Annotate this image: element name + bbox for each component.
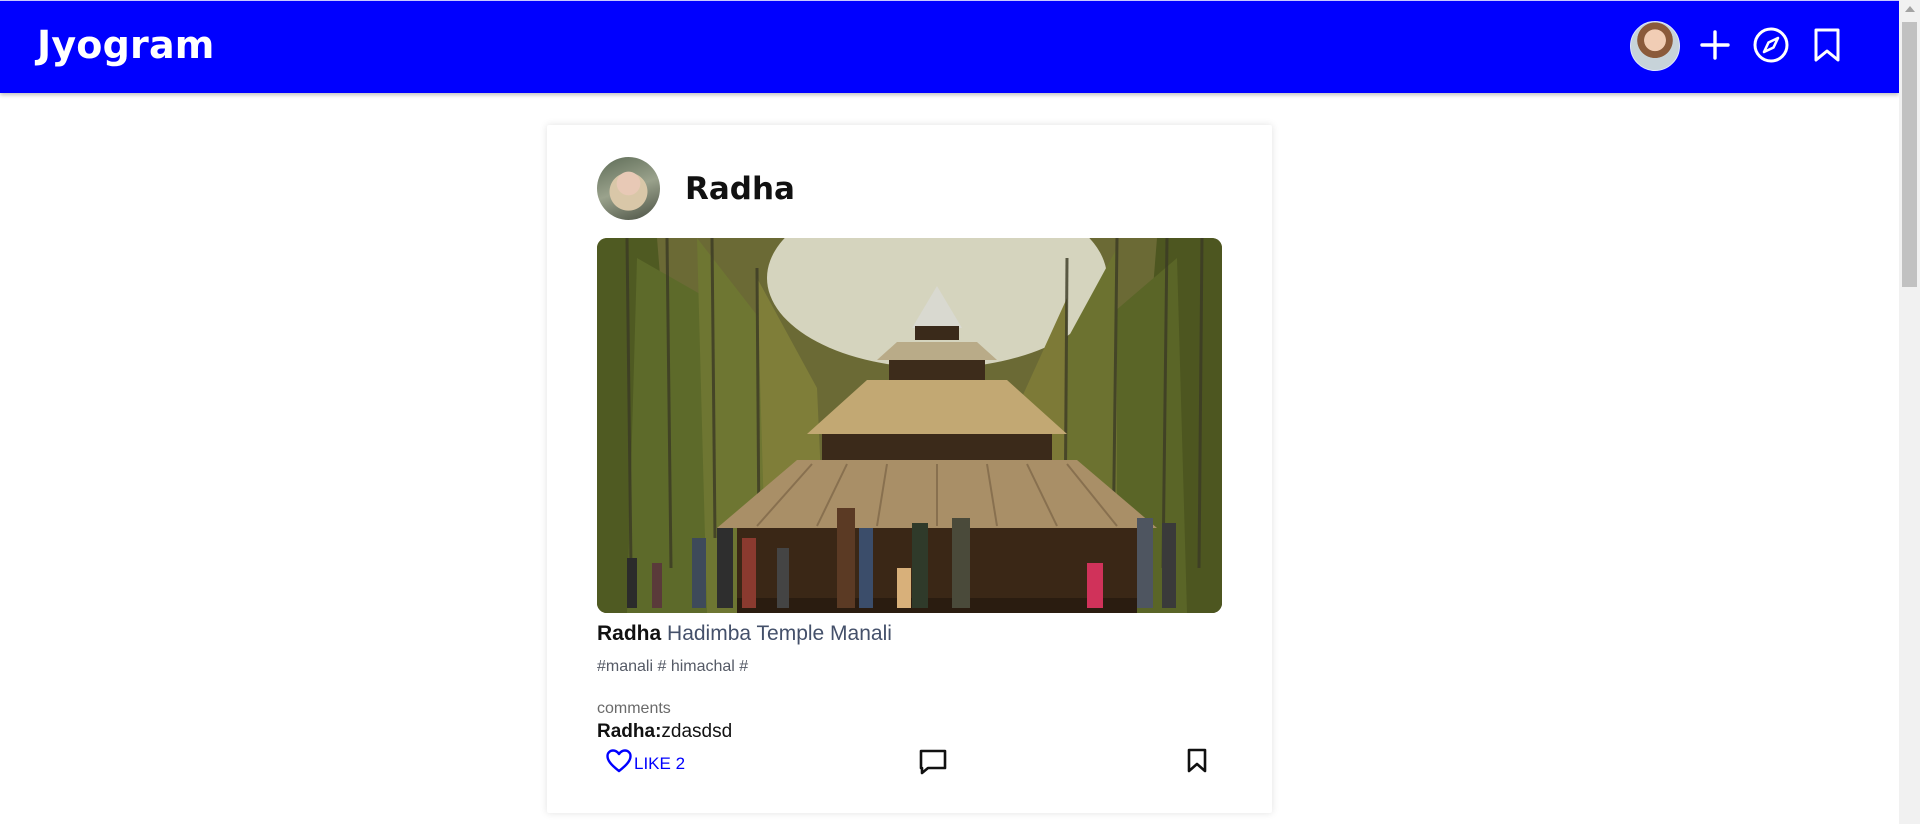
plus-icon[interactable]	[1693, 23, 1737, 67]
profile-avatar[interactable]	[1630, 21, 1680, 71]
post-author-name[interactable]: Radha	[685, 171, 795, 207]
like-count-label: LIKE 2	[634, 753, 686, 773]
comment-text: zdasdsd	[661, 721, 733, 742]
post-tags: #manali # himachal #	[597, 658, 749, 675]
brand-logo[interactable]: Jyogram	[37, 23, 215, 67]
scroll-thumb[interactable]	[1902, 22, 1917, 287]
post-image	[597, 238, 1222, 613]
comment-item: Radha:zdasdsd	[597, 721, 732, 743]
post-card: Radha Radha Hadimba Temple Manali #manal…	[547, 125, 1272, 813]
like-button[interactable]: LIKE 2	[606, 749, 685, 778]
comment-icon	[918, 749, 948, 780]
heart-icon	[606, 749, 632, 778]
comment-button[interactable]	[918, 748, 948, 781]
caption-username[interactable]: Radha	[597, 622, 661, 645]
top-navbar: Jyogram	[0, 0, 1899, 93]
save-post-button[interactable]	[1186, 748, 1208, 779]
compass-icon[interactable]	[1749, 23, 1793, 67]
comments-label: comments	[597, 700, 671, 717]
page-scrollbar[interactable]	[1899, 0, 1920, 824]
scroll-up-arrow-icon[interactable]	[1905, 6, 1915, 12]
bookmark-icon[interactable]	[1805, 23, 1849, 67]
bookmark-icon	[1186, 748, 1208, 778]
post-author-avatar[interactable]	[597, 157, 660, 220]
caption-text: Hadimba Temple Manali	[667, 622, 892, 645]
post-caption: Radha Hadimba Temple Manali	[597, 622, 892, 646]
comment-username: Radha:	[597, 721, 662, 742]
